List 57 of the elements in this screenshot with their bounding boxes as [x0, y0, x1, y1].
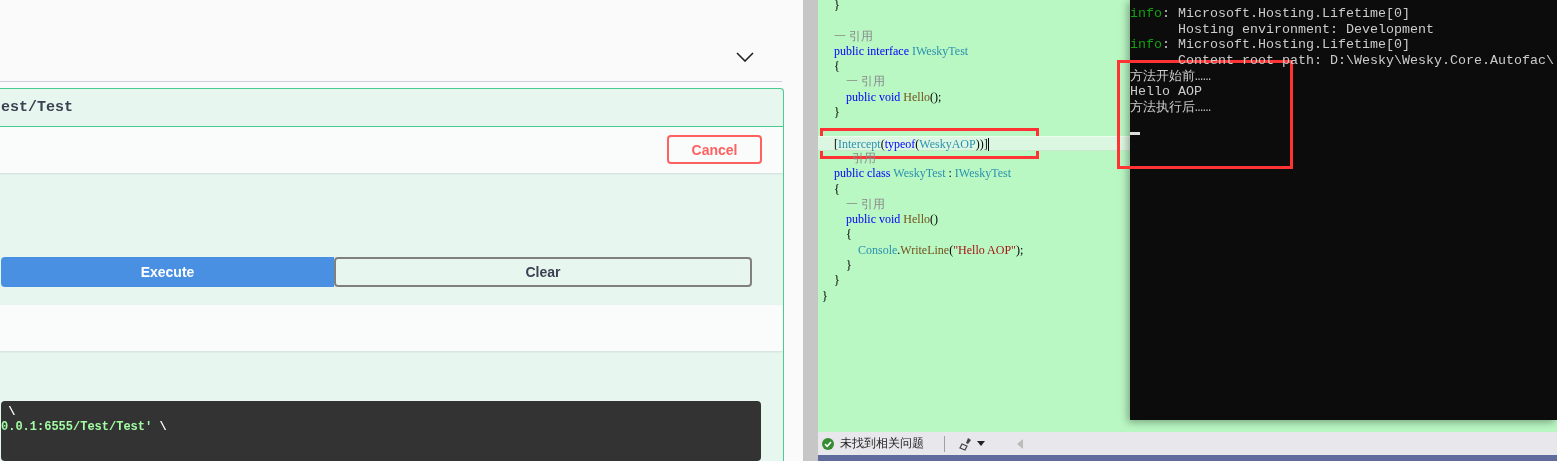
log-level: info [1130, 6, 1162, 21]
console-text: Hello AOP [1130, 84, 1202, 100]
code-token: Intercept [838, 136, 881, 152]
console-text: Hosting environment: Development [1177, 21, 1434, 37]
code-token: { [845, 227, 852, 243]
log-text: : Microsoft.Hosting.Lifetime[0] [1162, 6, 1410, 21]
code-token: ))] [975, 136, 988, 152]
code-token: () [930, 212, 938, 228]
code-token: ( [915, 136, 920, 152]
code-token: IWeskyTest [911, 43, 969, 60]
console-text: 方法开始前…… [1130, 68, 1211, 84]
code-token: } [822, 288, 828, 304]
code-token: typeof [884, 136, 916, 152]
console-cursor [1130, 131, 1140, 135]
text-cursor [987, 138, 989, 152]
code-token: : [947, 166, 953, 182]
code-token: ( [880, 136, 885, 152]
code-token: } [833, 105, 840, 121]
console-text: 方法执行后…… [1130, 100, 1211, 116]
code-token: public void [845, 212, 902, 228]
code-token: WriteLine [900, 242, 950, 259]
code-token: "Hello AOP" [953, 242, 1016, 259]
code-token: { [833, 181, 840, 197]
code-token: { [833, 59, 840, 75]
code-token: IWeskyTest [954, 166, 1012, 182]
code-token: public interface [833, 43, 910, 60]
code-lens[interactable]: 一 引用 [822, 74, 885, 90]
code-token: . [897, 242, 901, 259]
code-lens[interactable]: 一 引用 [822, 28, 873, 44]
code-token: Hello [903, 212, 930, 228]
issues-status[interactable]: 未找到相关问题 [840, 435, 924, 452]
code-token: public class [833, 166, 892, 182]
code-token: Hello [903, 89, 930, 106]
curl-text: \ [158, 420, 167, 434]
code-token: public void [845, 89, 902, 106]
code-token: } [833, 0, 840, 14]
code-token: } [845, 258, 852, 274]
clear-button[interactable]: Clear [334, 257, 752, 288]
check-circle-icon [822, 437, 834, 450]
code-token: WeskyAOP [919, 136, 976, 152]
cancel-button[interactable]: Cancel [667, 135, 762, 165]
log-level: info [1130, 37, 1162, 53]
code-token: ( [949, 242, 954, 259]
code-token: } [833, 273, 840, 289]
code-token: WeskyTest [893, 166, 946, 182]
code-token: (); [930, 89, 942, 106]
curl-text: \ [7, 405, 16, 419]
code-lens[interactable]: 一 引用 [822, 196, 885, 213]
brush-icon[interactable] [959, 436, 973, 451]
code-token: [ [833, 136, 838, 152]
endpoint-path: est/Test [1, 98, 73, 116]
curl-text: 0.0.1:6555/Test/Test' [1, 420, 153, 434]
log-text: : Microsoft.Hosting.Lifetime[0] [1162, 37, 1410, 53]
code-token: ); [1016, 242, 1024, 259]
execute-button[interactable]: Execute [1, 257, 334, 288]
chevron-down-icon[interactable] [736, 52, 754, 62]
dropdown-caret-icon[interactable] [977, 441, 985, 446]
